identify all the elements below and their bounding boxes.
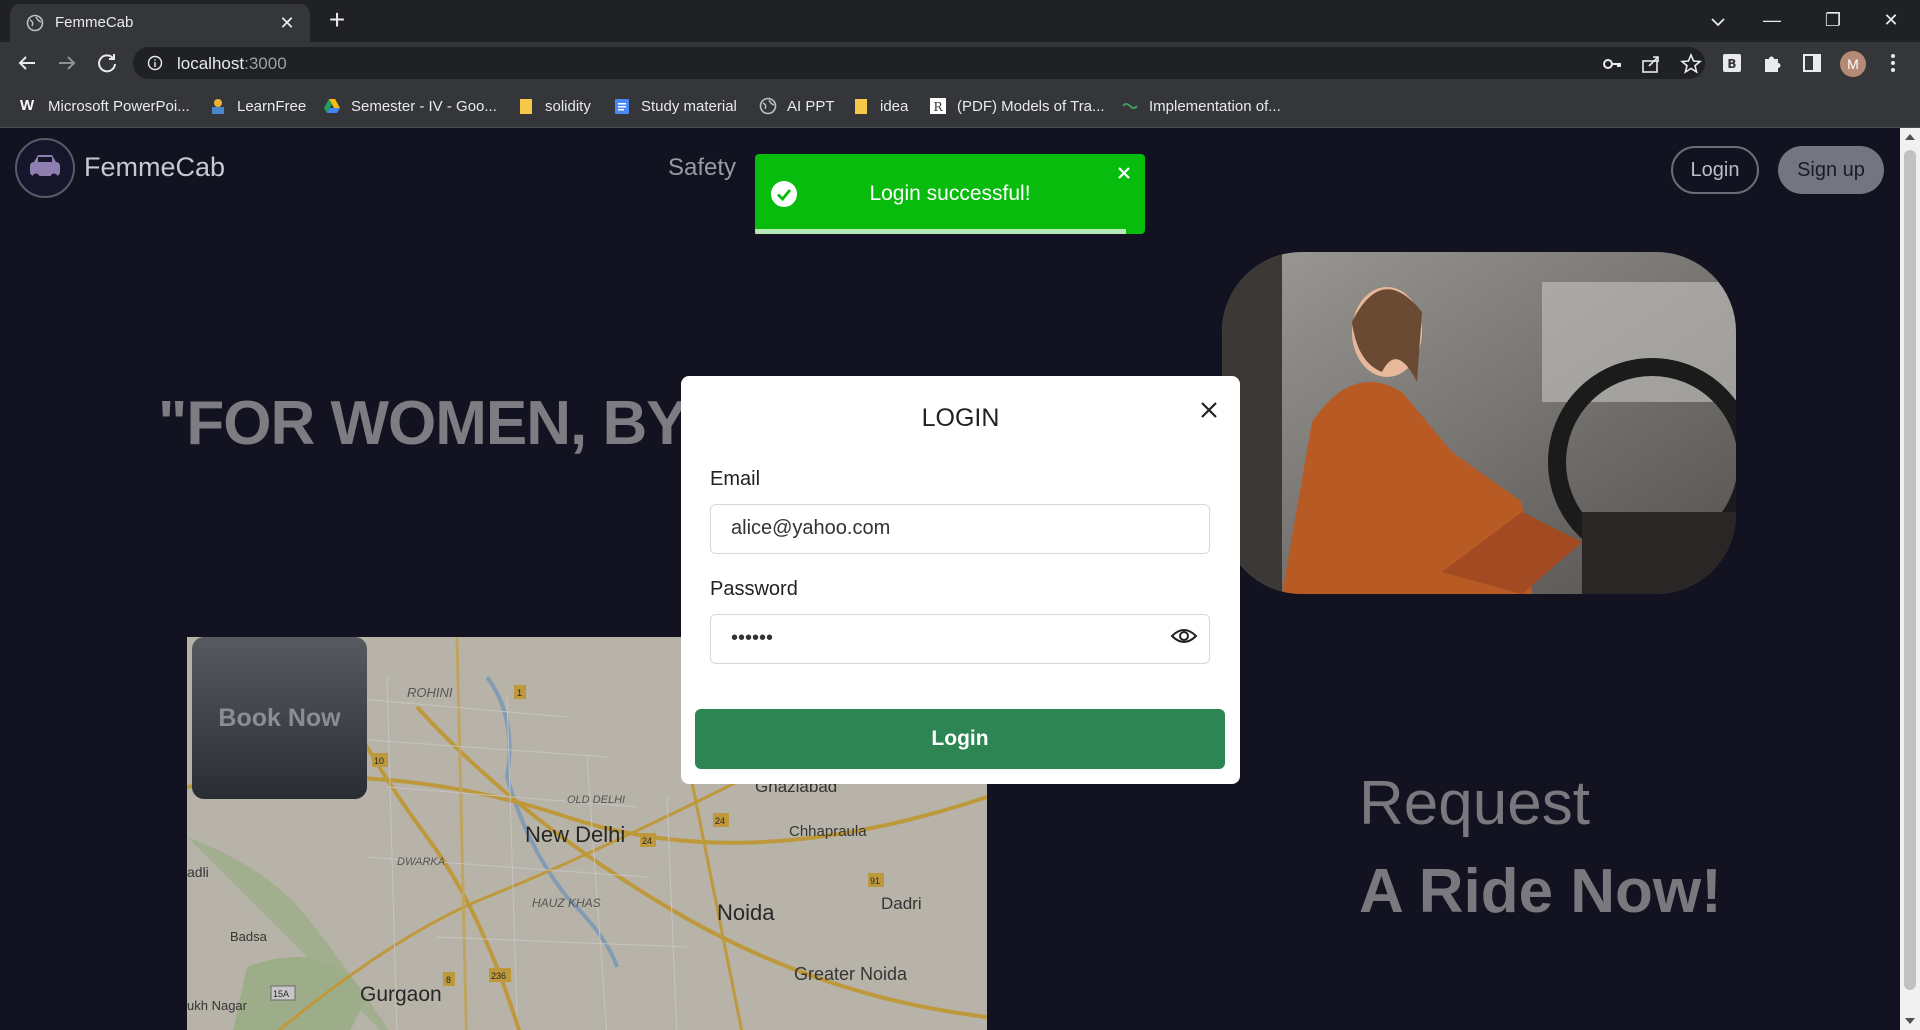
password-field[interactable]: •••••• xyxy=(710,614,1210,664)
tab-search-chevron-icon[interactable] xyxy=(1704,8,1732,36)
woman-driver-photo xyxy=(1222,252,1736,594)
close-icon[interactable] xyxy=(1195,396,1223,424)
scrollbar-thumb[interactable] xyxy=(1904,150,1916,990)
car-icon xyxy=(30,155,60,181)
link-icon xyxy=(1122,103,1138,109)
browser-tab-strip: FemmeCab ✕ + — ❐ ✕ xyxy=(0,0,1920,42)
profile-avatar[interactable]: M xyxy=(1840,51,1866,77)
url-host: localhost xyxy=(177,54,245,73)
folder-icon xyxy=(520,99,532,114)
bookmark-item[interactable]: AI PPT xyxy=(759,96,835,116)
svg-text:R: R xyxy=(933,100,943,114)
bookmark-label: AI PPT xyxy=(787,97,835,115)
book-now-button[interactable]: Book Now xyxy=(192,637,367,799)
bookmark-label: idea xyxy=(880,97,909,115)
address-bar[interactable]: localhost:3000 xyxy=(133,47,1705,79)
request-heading-line1: Request xyxy=(1359,769,1590,838)
bookmark-item[interactable]: R (PDF) Models of Tra... xyxy=(929,96,1105,116)
toast-progress-bar xyxy=(755,229,1126,234)
close-tab-icon[interactable]: ✕ xyxy=(274,10,300,36)
browser-tab[interactable]: FemmeCab ✕ xyxy=(10,4,310,42)
learnfree-icon xyxy=(212,99,224,114)
bookmark-item[interactable]: W Microsoft PowerPoi... xyxy=(20,96,190,116)
browser-menu-icon[interactable] xyxy=(1882,52,1904,74)
url-port: :3000 xyxy=(244,54,287,73)
bookmark-label: solidity xyxy=(545,97,591,115)
scroll-up-arrow-icon[interactable] xyxy=(1905,134,1915,140)
toast-close-icon[interactable] xyxy=(1115,164,1133,182)
email-field[interactable]: alice@yahoo.com xyxy=(710,504,1210,554)
browser-toolbar: localhost:3000 B M xyxy=(0,42,1920,84)
scroll-down-arrow-icon[interactable] xyxy=(1905,1018,1915,1024)
new-tab-button[interactable]: + xyxy=(322,6,352,36)
bookmark-item[interactable]: idea xyxy=(852,96,908,116)
request-heading-line2: A Ride Now! xyxy=(1359,857,1722,926)
bookmark-item[interactable]: Semester - IV - Goo... xyxy=(323,96,497,116)
toast-message: Login successful! xyxy=(869,182,1031,205)
bookmark-label: Study material xyxy=(641,97,737,115)
folder-icon xyxy=(855,99,867,114)
bookmark-star-icon[interactable] xyxy=(1680,53,1702,75)
word-w-icon: W xyxy=(20,97,35,114)
minimize-button[interactable]: — xyxy=(1749,4,1795,36)
nav-link-safety[interactable]: Safety xyxy=(668,154,736,182)
login-submit-button[interactable]: Login xyxy=(695,709,1225,769)
password-label: Password xyxy=(710,578,798,600)
key-icon[interactable] xyxy=(1601,53,1623,75)
restore-button[interactable]: ❐ xyxy=(1810,4,1856,36)
bookmark-label: Semester - IV - Goo... xyxy=(351,97,497,115)
researchgate-icon: R xyxy=(930,98,946,114)
success-toast: Login successful! xyxy=(755,154,1145,234)
share-icon[interactable] xyxy=(1640,53,1662,75)
reload-icon[interactable] xyxy=(93,49,121,77)
site-info-icon[interactable] xyxy=(147,55,163,71)
header-signup-button[interactable]: Sign up xyxy=(1778,146,1884,194)
bookmark-item[interactable]: Implementation of... xyxy=(1121,96,1281,116)
bookmark-label: (PDF) Models of Tra... xyxy=(957,97,1105,115)
globe-icon xyxy=(759,97,777,115)
bookmark-label: Implementation of... xyxy=(1149,97,1281,115)
side-panel-icon[interactable] xyxy=(1801,52,1823,74)
url-text: localhost:3000 xyxy=(177,54,287,74)
google-drive-icon xyxy=(324,99,340,113)
email-label: Email xyxy=(710,468,761,490)
bookmark-item[interactable]: solidity xyxy=(517,96,591,116)
window-close-button[interactable]: ✕ xyxy=(1868,4,1914,36)
svg-text:B: B xyxy=(1727,57,1736,71)
login-modal: LOGIN Email alice@yahoo.com Password •••… xyxy=(681,376,1240,784)
page-scrollbar[interactable] xyxy=(1900,128,1920,1030)
extension-b-icon[interactable]: B xyxy=(1721,52,1743,74)
header-login-button[interactable]: Login xyxy=(1671,146,1759,194)
docs-icon xyxy=(615,99,629,114)
bookmark-label: LearnFree xyxy=(237,97,307,115)
bookmark-item[interactable]: Study material xyxy=(613,96,737,116)
globe-icon xyxy=(26,14,44,32)
femmecab-logo[interactable] xyxy=(15,138,75,198)
hero-tagline: "FOR WOMEN, BY W xyxy=(158,389,760,458)
tab-title: FemmeCab xyxy=(55,14,134,31)
bookmarks-bar: W Microsoft PowerPoi... LearnFree Semest… xyxy=(0,84,1920,128)
bookmark-item[interactable]: LearnFree xyxy=(209,96,306,116)
brand-name[interactable]: FemmeCab xyxy=(84,152,225,183)
show-password-eye-icon[interactable] xyxy=(1170,626,1198,646)
extensions-puzzle-icon[interactable] xyxy=(1761,52,1783,74)
bookmark-label: Microsoft PowerPoi... xyxy=(48,97,190,115)
modal-title: LOGIN xyxy=(921,404,1000,432)
forward-arrow-icon[interactable] xyxy=(53,49,81,77)
back-arrow-icon[interactable] xyxy=(13,49,41,77)
